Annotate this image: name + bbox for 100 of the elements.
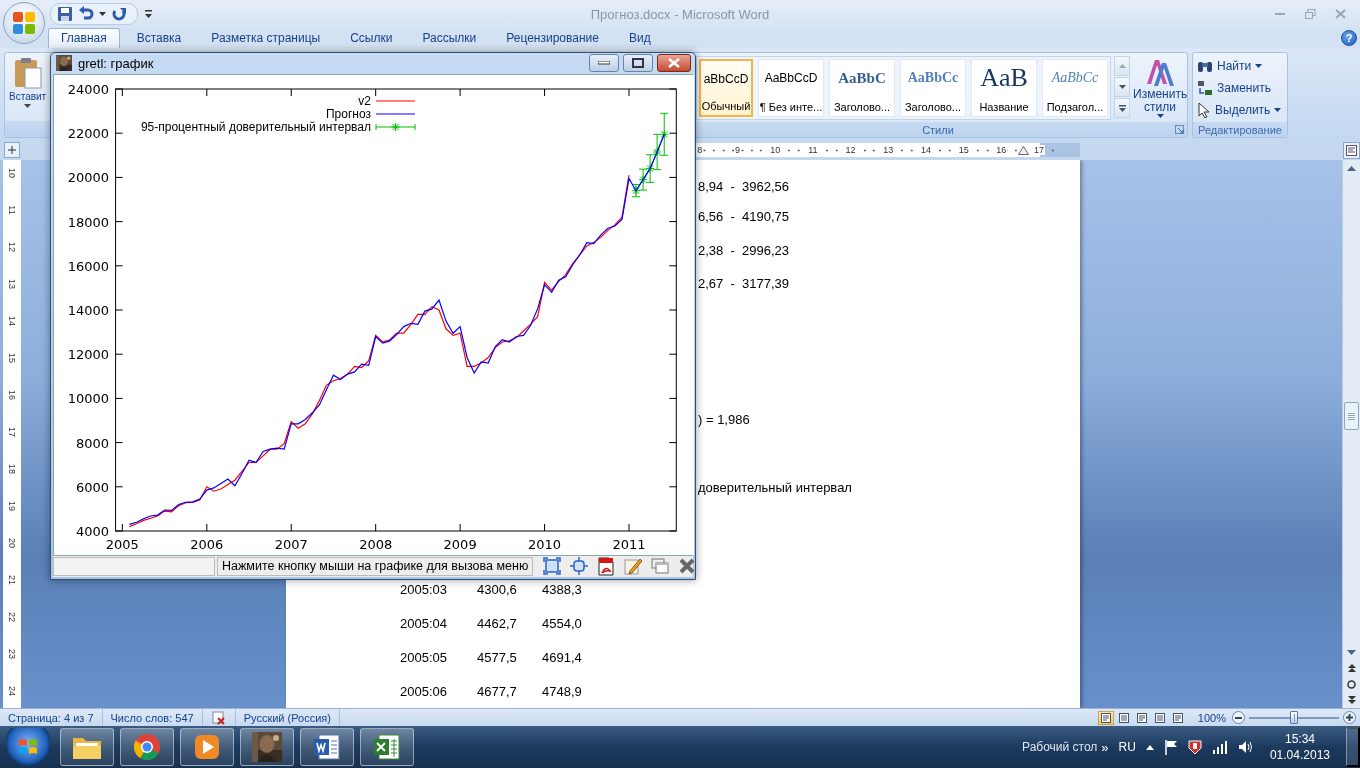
taskbar-button[interactable]	[240, 728, 294, 766]
window-title: gretl: график	[78, 55, 154, 71]
toolbar-label[interactable]: Рабочий стол	[1022, 740, 1098, 754]
save-icon[interactable]	[57, 6, 73, 22]
page-view-icon	[1154, 712, 1165, 723]
slider-thumb[interactable]	[1290, 710, 1298, 724]
start-button[interactable]	[6, 728, 50, 766]
dialog-launcher-icon[interactable]	[1175, 125, 1184, 134]
ribbon-tab[interactable]: Рассылки	[409, 28, 490, 48]
close-icon	[678, 558, 695, 575]
crosshair-icon	[569, 557, 588, 576]
ribbon-tab[interactable]: Главная	[48, 28, 120, 48]
style-tile[interactable]: AaBbCc Подзагол...	[1042, 59, 1108, 117]
close-button[interactable]	[657, 54, 691, 73]
ribbon-tab[interactable]: Разметка страницы	[198, 28, 334, 48]
replace-button[interactable]: Заменить	[1197, 78, 1283, 97]
point	[659, 129, 669, 139]
double-arrow-down-icon	[1347, 696, 1356, 704]
ruler-number: 15	[7, 352, 17, 363]
axis-tick-label: 2008	[359, 536, 393, 552]
point	[652, 147, 662, 157]
document-text: 6,56 - 4190,75	[698, 209, 790, 224]
show-hidden-icons-icon[interactable]	[1145, 744, 1154, 750]
scroll-down-button[interactable]	[1114, 77, 1130, 97]
axis-tick-label: 2005	[105, 536, 139, 552]
customize-icon[interactable]	[144, 9, 153, 19]
chevron-button[interactable]: »	[1101, 739, 1109, 755]
input-field[interactable]	[53, 556, 215, 576]
page-view-icon	[1118, 712, 1129, 723]
table-cell-text: 4677,7	[477, 684, 518, 700]
axis-tick-label: 10000	[67, 390, 109, 406]
document-text: ) = 1,986	[698, 412, 750, 427]
minus-icon	[1235, 716, 1242, 719]
pdf-icon	[597, 556, 614, 576]
maximize-button[interactable]	[623, 54, 653, 73]
taskbar-button[interactable]	[120, 728, 174, 766]
table-cell-text: 2005:05	[400, 650, 448, 666]
taskbar-button[interactable]	[360, 728, 414, 766]
change-styles-button[interactable]: Изменить стили	[1133, 56, 1188, 118]
clock-date[interactable]: 01.04.2013	[1269, 747, 1330, 763]
language-indicator[interactable]: RU	[1118, 740, 1136, 754]
scrollbar-thumb[interactable]	[1344, 402, 1359, 430]
flag-icon[interactable]	[1163, 739, 1178, 755]
show-desktop-button[interactable]	[1346, 727, 1360, 767]
view-button[interactable]	[1097, 710, 1114, 725]
page-view-icon	[1136, 712, 1147, 723]
signal-icon[interactable]	[1211, 740, 1228, 754]
taskbar-button[interactable]	[180, 728, 234, 766]
close-icon	[668, 58, 680, 69]
table-cell-text: 4691,4	[542, 650, 583, 666]
axis-tick-label: 2011	[612, 536, 646, 552]
minimize-icon	[598, 61, 610, 66]
zoom-in-button[interactable]	[1343, 711, 1356, 724]
axis-tick-label: 2007	[274, 536, 308, 552]
ruler-toggle-button[interactable]	[4, 142, 20, 158]
ruler-number: 10	[7, 167, 17, 178]
table-cell-text: 4748,9	[542, 684, 583, 700]
style-tile[interactable]: AaBbCc Заголово...	[900, 59, 966, 117]
view-ruler-button[interactable]	[1343, 141, 1360, 159]
legend-line	[375, 112, 416, 115]
crosshair-button[interactable]	[568, 555, 590, 577]
legend-label: Прогноз	[325, 106, 371, 121]
ribbon-tab[interactable]: Вставка	[123, 28, 195, 48]
zoom-button[interactable]	[541, 555, 563, 577]
indent-marker-icon[interactable]	[1018, 146, 1029, 155]
style-tile[interactable]: AaB Название	[971, 59, 1037, 117]
taskbar-button[interactable]	[60, 728, 114, 766]
ribbon-tab[interactable]: Ссылки	[337, 28, 406, 48]
point	[638, 174, 648, 184]
select-button[interactable]: Выделить	[1197, 100, 1283, 119]
legend-label: v2	[358, 93, 371, 108]
zoom-level[interactable]: 100%	[1197, 711, 1226, 724]
ruler-number: 19	[7, 500, 17, 511]
volume-icon[interactable]	[1237, 740, 1254, 754]
more-button[interactable]	[1114, 98, 1130, 118]
ribbon-tab[interactable]: Вид	[615, 28, 664, 48]
axis-tick-label: 6000	[75, 479, 109, 495]
arrow-down-icon	[1347, 649, 1356, 655]
style-tile[interactable]: AaBbC Заголово...	[829, 59, 895, 117]
style-tile[interactable]: AaBbCcD ¶ Без инте...	[758, 59, 824, 117]
caret-icon	[1156, 114, 1164, 118]
spreadsheet-icon	[373, 733, 401, 761]
cursor-icon	[1197, 101, 1211, 118]
find-button[interactable]: Найти	[1197, 56, 1283, 75]
clock-time[interactable]: 15:34	[1284, 731, 1315, 747]
style-tile[interactable]: aBbCcD Обычный	[699, 59, 753, 117]
ruler-number: 21	[7, 574, 17, 585]
axis-tick-label: 14000	[67, 302, 109, 318]
proofing-icon[interactable]	[210, 710, 227, 725]
undo-icon[interactable]	[78, 6, 94, 22]
zoom-out-button[interactable]	[1232, 711, 1245, 724]
more-icon	[1118, 104, 1126, 112]
ribbon-tab[interactable]: Рецензирование	[493, 28, 612, 48]
caret-icon	[1255, 63, 1263, 68]
redo-icon[interactable]	[111, 6, 127, 22]
taskbar-button[interactable]	[300, 728, 354, 766]
pdf-button[interactable]	[595, 555, 617, 577]
axis-tick-label: 12000	[67, 346, 109, 362]
shield-icon[interactable]	[1187, 739, 1202, 755]
ruler-number: 9	[734, 145, 742, 155]
